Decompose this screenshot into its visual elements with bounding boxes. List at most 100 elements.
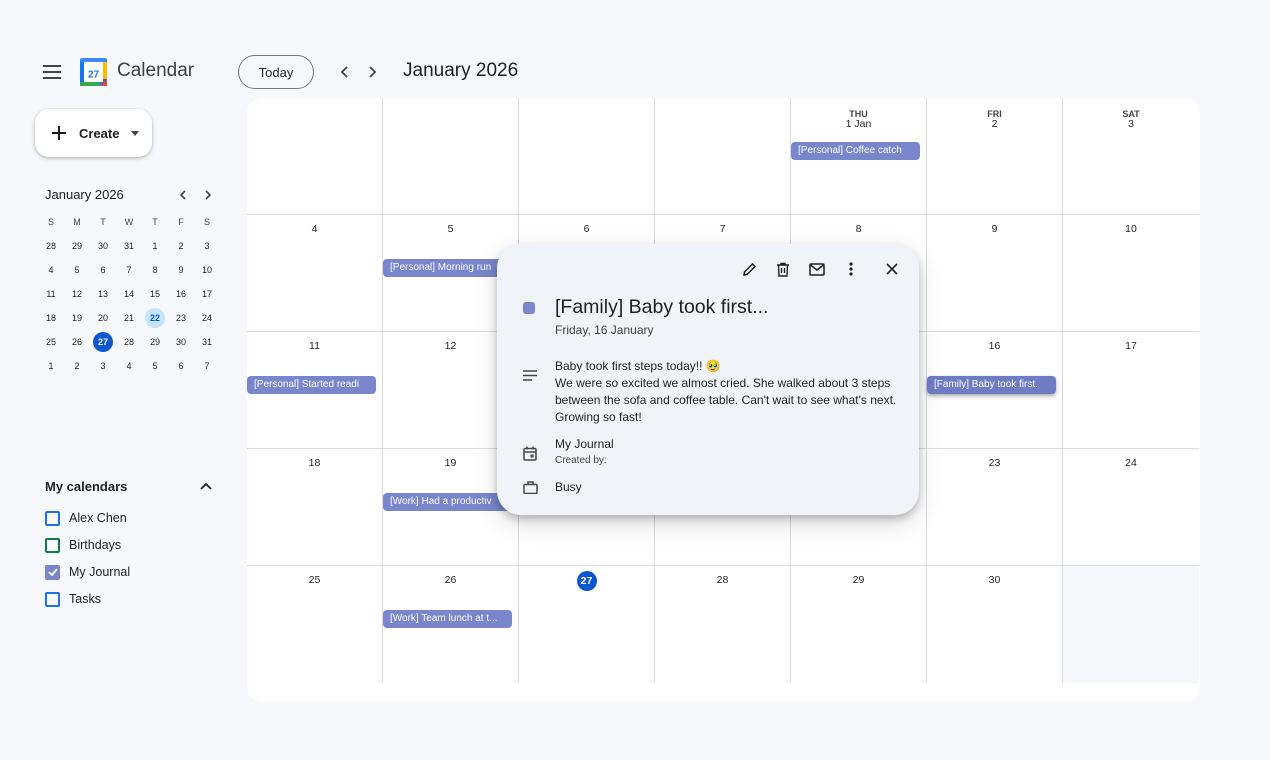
mini-next-month-button[interactable]: [199, 186, 217, 204]
mini-day[interactable]: 20: [90, 306, 116, 330]
checkbox-unchecked-icon[interactable]: [45, 510, 60, 526]
day-number[interactable]: 18: [247, 457, 382, 469]
mini-day[interactable]: 2: [168, 234, 194, 258]
calendar-toggle-alex-chen[interactable]: Alex Chen: [45, 509, 127, 527]
mini-day[interactable]: 29: [142, 330, 168, 354]
mini-day[interactable]: 1: [142, 234, 168, 258]
calendar-toggle-my-journal[interactable]: My Journal: [45, 563, 130, 581]
mini-day[interactable]: 6: [90, 258, 116, 282]
day-number-today[interactable]: 27: [519, 571, 654, 591]
mini-day[interactable]: 4: [38, 258, 64, 282]
edit-event-button[interactable]: [739, 259, 759, 279]
checkbox-checked-icon[interactable]: [45, 564, 60, 580]
mini-day[interactable]: 13: [90, 282, 116, 306]
day-cell[interactable]: 25: [247, 566, 383, 683]
checkbox-unchecked-icon[interactable]: [45, 591, 60, 607]
day-cell[interactable]: 23: [927, 449, 1063, 566]
day-number[interactable]: 24: [1063, 457, 1199, 469]
day-number[interactable]: 16: [927, 340, 1062, 352]
today-button[interactable]: Today: [238, 55, 314, 89]
mini-day[interactable]: 14: [116, 282, 142, 306]
checkbox-unchecked-icon[interactable]: [45, 537, 60, 553]
event-chip-team-lunch[interactable]: [Work] Team lunch at t...: [383, 610, 512, 628]
day-number[interactable]: 28: [655, 574, 790, 586]
day-cell[interactable]: SAT 3: [1063, 98, 1199, 215]
mini-day-today[interactable]: 27: [90, 330, 116, 354]
day-number[interactable]: 26: [383, 574, 518, 586]
day-number[interactable]: 5: [383, 223, 518, 235]
previous-month-button[interactable]: [334, 61, 356, 83]
day-cell[interactable]: 9: [927, 215, 1063, 332]
mini-day[interactable]: 10: [194, 258, 220, 282]
mini-day[interactable]: 16: [168, 282, 194, 306]
day-cell[interactable]: FRI 2: [927, 98, 1063, 215]
day-number[interactable]: 1 Jan: [791, 118, 926, 130]
calendar-toggle-birthdays[interactable]: Birthdays: [45, 536, 121, 554]
day-number[interactable]: 25: [247, 574, 382, 586]
mini-day[interactable]: 25: [38, 330, 64, 354]
mini-day[interactable]: 30: [168, 330, 194, 354]
mini-day[interactable]: 11: [38, 282, 64, 306]
empty-day-cell[interactable]: [519, 98, 655, 215]
mini-day[interactable]: 19: [64, 306, 90, 330]
empty-day-cell[interactable]: [247, 98, 383, 215]
day-number[interactable]: 9: [927, 223, 1062, 235]
mini-day[interactable]: 5: [142, 354, 168, 378]
day-number[interactable]: 6: [519, 223, 654, 235]
mini-day[interactable]: 31: [116, 234, 142, 258]
mini-day[interactable]: 29: [64, 234, 90, 258]
day-cell[interactable]: 4: [247, 215, 383, 332]
day-number[interactable]: 17: [1063, 340, 1199, 352]
more-options-button[interactable]: [841, 259, 861, 279]
day-number[interactable]: 2: [927, 118, 1062, 130]
day-cell[interactable]: 10: [1063, 215, 1199, 332]
mini-day-selected[interactable]: 22: [142, 306, 168, 330]
day-number[interactable]: 23: [927, 457, 1062, 469]
day-cell[interactable]: 29: [791, 566, 927, 683]
mini-day[interactable]: 17: [194, 282, 220, 306]
day-number[interactable]: 29: [791, 574, 926, 586]
mini-day[interactable]: 26: [64, 330, 90, 354]
day-cell[interactable]: 27: [519, 566, 655, 683]
day-cell[interactable]: 30: [927, 566, 1063, 683]
mini-day[interactable]: 30: [90, 234, 116, 258]
mini-day[interactable]: 12: [64, 282, 90, 306]
mini-day[interactable]: 3: [194, 234, 220, 258]
mini-day[interactable]: 21: [116, 306, 142, 330]
event-chip-coffee[interactable]: [Personal] Coffee catch: [791, 142, 920, 160]
mini-previous-month-button[interactable]: [174, 186, 192, 204]
mini-day[interactable]: 6: [168, 354, 194, 378]
mini-day[interactable]: 24: [194, 306, 220, 330]
mini-day[interactable]: 7: [116, 258, 142, 282]
day-number[interactable]: 30: [927, 574, 1062, 586]
mini-day[interactable]: 5: [64, 258, 90, 282]
day-number[interactable]: 8: [791, 223, 926, 235]
day-number[interactable]: 7: [655, 223, 790, 235]
day-cell[interactable]: 24: [1063, 449, 1199, 566]
day-number[interactable]: 4: [247, 223, 382, 235]
close-popover-button[interactable]: [882, 259, 902, 279]
create-button[interactable]: Create: [35, 109, 152, 157]
next-month-button[interactable]: [361, 61, 383, 83]
mini-day[interactable]: 28: [38, 234, 64, 258]
mini-day[interactable]: 2: [64, 354, 90, 378]
day-cell[interactable]: 18: [247, 449, 383, 566]
mini-day[interactable]: 15: [142, 282, 168, 306]
email-guests-button[interactable]: [807, 259, 827, 279]
event-chip-baby-steps[interactable]: [Family] Baby took first.: [927, 376, 1056, 394]
day-cell[interactable]: 28: [655, 566, 791, 683]
mini-day[interactable]: 23: [168, 306, 194, 330]
mini-day[interactable]: 7: [194, 354, 220, 378]
day-number[interactable]: 3: [1063, 118, 1199, 130]
mini-day[interactable]: 28: [116, 330, 142, 354]
event-chip-started-reading[interactable]: [Personal] Started readi: [247, 376, 376, 394]
mini-day[interactable]: 4: [116, 354, 142, 378]
day-number[interactable]: 10: [1063, 223, 1199, 235]
mini-day[interactable]: 18: [38, 306, 64, 330]
empty-day-cell[interactable]: [655, 98, 791, 215]
mini-day[interactable]: 8: [142, 258, 168, 282]
mini-day[interactable]: 31: [194, 330, 220, 354]
mini-day[interactable]: 9: [168, 258, 194, 282]
day-number[interactable]: 11: [247, 340, 382, 352]
empty-day-cell[interactable]: [383, 98, 519, 215]
